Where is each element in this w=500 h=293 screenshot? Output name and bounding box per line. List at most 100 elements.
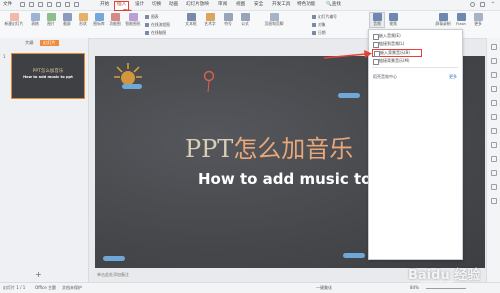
doc-protect-status[interactable]: 文档未保护 (62, 285, 82, 291)
date-time-button[interactable]: 日期 (312, 30, 326, 36)
tab-outline[interactable]: 大纲 (22, 40, 36, 46)
style-icon[interactable] (491, 58, 497, 64)
picture-tool-icon[interactable] (491, 100, 497, 106)
smart-shape-icon (128, 13, 138, 21)
shape-icon (78, 13, 88, 21)
audio-icon (372, 13, 382, 21)
embed-background-music-item[interactable]: 嵌入背景音乐(B) (372, 49, 422, 57)
table-icon (30, 13, 40, 21)
sound-center-more-link[interactable]: 更多 (449, 74, 457, 80)
table-button[interactable]: 表格 (28, 13, 42, 27)
tab-view[interactable]: 视图 (236, 1, 245, 9)
right-toolbar (486, 38, 500, 282)
tab-review[interactable]: 审阅 (218, 1, 227, 9)
audio-button[interactable]: 音频 (369, 12, 385, 28)
share-tool-icon[interactable] (491, 170, 497, 176)
embed-audio-item[interactable]: 嵌入音频(E) (372, 33, 401, 40)
save-icon[interactable] (20, 2, 25, 7)
user-icon[interactable] (470, 2, 475, 7)
screen-record-button[interactable]: 屏幕录制 (434, 13, 452, 27)
tab-slides[interactable]: 幻灯片 (40, 40, 59, 46)
header-footer-icon (269, 13, 279, 21)
animation-icon[interactable] (491, 72, 497, 78)
function-chart-button[interactable]: 功能图 (108, 13, 122, 27)
format-painter-icon[interactable] (56, 2, 61, 7)
preview-icon[interactable] (47, 2, 52, 7)
flash-button[interactable]: Flash (454, 13, 468, 26)
redo-icon[interactable] (74, 2, 79, 7)
tab-developer[interactable]: 开发工具 (272, 1, 290, 9)
link-background-music-item[interactable]: 链接背景音乐(M) (372, 58, 410, 65)
collapse-icon[interactable]: ^ (491, 1, 495, 9)
baidu-watermark-url: jingyan.baidu.com (420, 280, 454, 284)
file-menu[interactable]: 文件 (3, 1, 12, 9)
new-slide-button[interactable]: 新建幻灯片 (3, 13, 25, 27)
tab-special[interactable]: 特色功能 (297, 1, 315, 9)
new-slide-icon (9, 13, 19, 21)
sound-center-label: 稻壳音效中心 (373, 74, 397, 79)
picture-icon (46, 13, 56, 21)
tab-security[interactable]: 安全 (254, 1, 263, 9)
textbox-button[interactable]: 文本框 (183, 13, 199, 27)
flash-icon (456, 13, 466, 21)
shape-button[interactable]: 形状 (76, 13, 90, 27)
chart-button[interactable]: 图表 (145, 14, 159, 20)
formula-button[interactable]: 公式 (238, 13, 252, 27)
zoom-level[interactable]: 84% (410, 285, 419, 290)
header-footer-button[interactable]: 页眉和页脚 (262, 13, 286, 27)
tab-home[interactable]: 开始 (100, 1, 109, 9)
print-icon[interactable] (29, 2, 34, 7)
share-icon[interactable] (480, 2, 485, 7)
textbox-icon (186, 13, 196, 21)
object-button[interactable]: 对象 (312, 22, 326, 28)
slide-number-button[interactable]: 幻灯片编号 (312, 14, 337, 20)
cloud-doodle (338, 93, 360, 98)
zoom-slider[interactable] (426, 287, 466, 289)
symbol-button[interactable]: 符号 (221, 13, 235, 27)
screenshot-button[interactable]: 截屏 (60, 13, 74, 27)
cloud-doodle (343, 253, 365, 258)
more-icon (473, 13, 483, 21)
layout-icon[interactable] (491, 128, 497, 134)
slide-subtitle: How to add music to p (198, 170, 388, 188)
annotation-arrow-item (323, 50, 372, 59)
add-slide-button[interactable]: + (35, 270, 42, 279)
screen-record-icon (438, 13, 448, 21)
thumb-subtitle: How to add music to ppt (23, 75, 73, 79)
search-box[interactable]: 🔍查找 (326, 1, 341, 9)
more-tools-icon[interactable] (491, 198, 497, 204)
picture-button[interactable]: 图片 (44, 13, 58, 27)
art-text-button[interactable]: 艺术字 (202, 13, 218, 27)
slide-thumbnail[interactable]: PPT怎么加音乐 How to add music to ppt (11, 53, 85, 99)
slide-count: 幻灯片 1 / 1 (3, 285, 26, 290)
symbol-icon (223, 13, 233, 21)
tab-slideshow[interactable]: 幻灯片放映 (186, 1, 209, 9)
online-mindmap-button[interactable]: 在线脑图 (145, 30, 166, 36)
text-tool-icon[interactable] (491, 114, 497, 120)
divider (372, 67, 458, 68)
cloud-doodle (103, 256, 125, 261)
icon-library-icon (94, 13, 104, 21)
backup-icon[interactable] (491, 156, 497, 162)
function-chart-icon (110, 13, 120, 21)
balloon-doodle (203, 70, 215, 93)
help-icon[interactable] (491, 184, 497, 190)
slide-title: PPT怎么加音乐 (185, 135, 354, 163)
icon-library-button[interactable]: 图标库 (92, 13, 106, 27)
background-icon[interactable] (491, 142, 497, 148)
undo-icon[interactable] (65, 2, 70, 7)
thumb-title: PPT怎么加音乐 (32, 69, 64, 74)
property-icon[interactable] (491, 44, 497, 50)
video-button[interactable]: 视频 (386, 13, 400, 27)
smart-shape-button[interactable]: 智能图形 (124, 13, 142, 27)
more-button[interactable]: 更多 (472, 13, 484, 27)
scissors-icon (62, 13, 72, 21)
cloud-doodle (122, 84, 142, 89)
link-audio-item[interactable]: 链接到音频(L) (372, 41, 404, 48)
transition-icon[interactable] (491, 86, 497, 92)
menu-bar: 文件 开始 插入 设计 切换 动画 幻灯片放映 审阅 视图 安全 开发工具 特色… (0, 0, 500, 11)
beautify-button[interactable]: 一键美化 (316, 285, 332, 291)
video-icon (388, 13, 398, 21)
online-flowchart-button[interactable]: 在线流程图 (145, 22, 170, 28)
export-icon[interactable] (38, 2, 43, 7)
